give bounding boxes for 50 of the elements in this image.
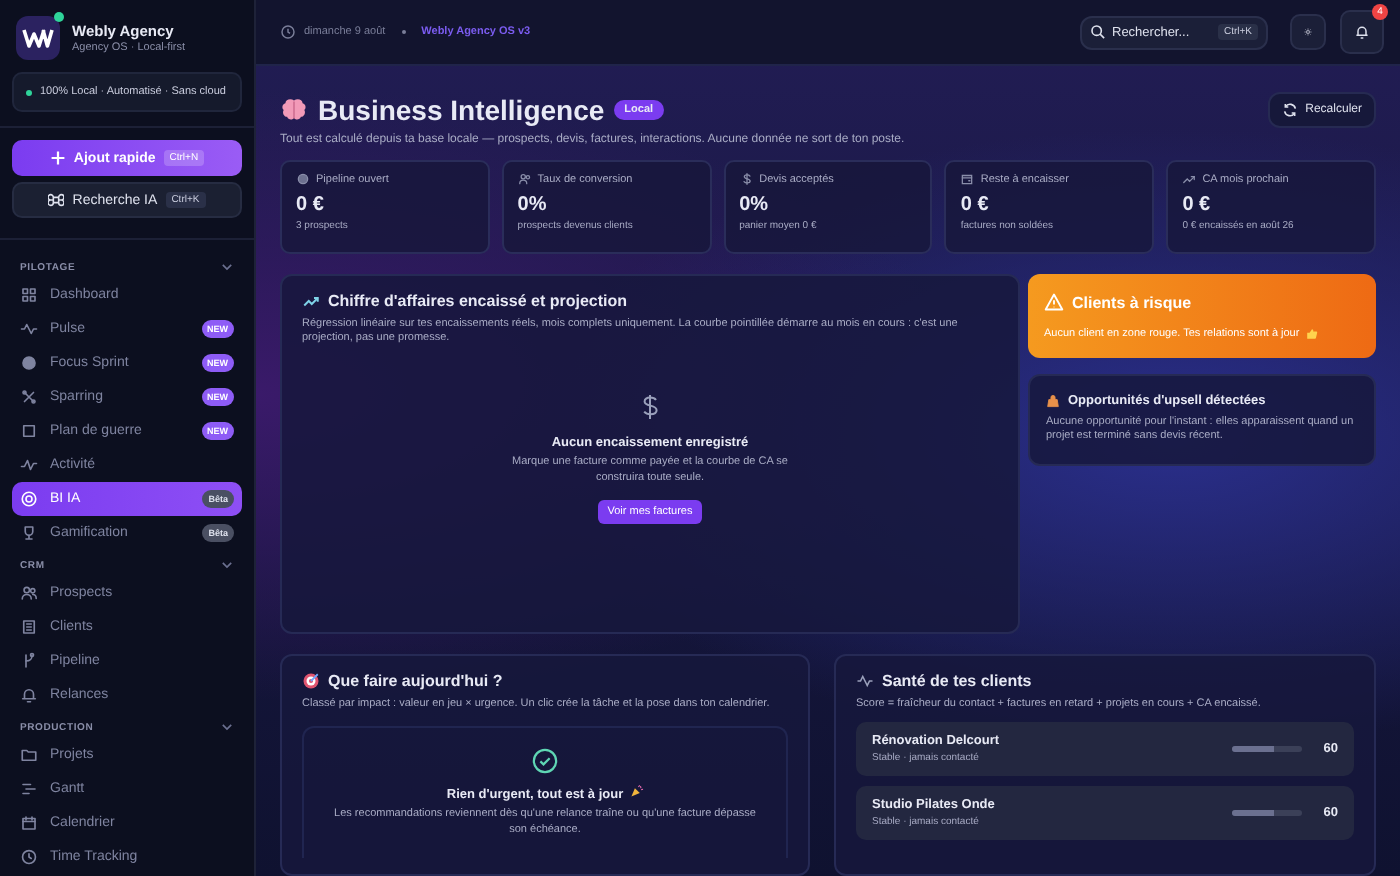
kpi-value: 0 € — [296, 194, 326, 216]
card-title: Santé de tes clients — [882, 672, 1032, 690]
folder-icon — [20, 746, 38, 764]
card-title: Que faire aujourd'hui ? — [328, 672, 503, 690]
clock-icon — [280, 24, 296, 40]
chevron-icon[interactable] — [220, 260, 234, 274]
warning-icon — [1044, 292, 1064, 312]
check-circle-icon — [532, 748, 558, 775]
kpi-value: 0% — [517, 194, 549, 216]
calendar-icon — [20, 814, 38, 832]
page-title: Business Intelligence — [318, 94, 605, 126]
users-icon — [517, 172, 532, 186]
wallet-icon — [960, 172, 975, 186]
score-bar — [1232, 746, 1302, 753]
bag-icon — [1046, 394, 1060, 408]
chevron-icon[interactable] — [220, 558, 234, 572]
kpi-value: 0 € — [1182, 194, 1213, 216]
bell-icon — [1354, 22, 1370, 42]
grid-icon — [20, 286, 38, 304]
kpi-value: 0% — [739, 194, 771, 216]
pulse-icon — [856, 672, 874, 690]
target-icon — [20, 490, 38, 508]
thumbs-up-icon — [1305, 328, 1318, 340]
bell-icon — [20, 686, 38, 704]
party-popper-icon — [629, 784, 644, 799]
trophy-icon — [20, 524, 38, 542]
card-title: Chiffre d'affaires encaissé et projection — [328, 292, 628, 310]
kpi-value: 0 € — [960, 194, 991, 216]
branch-icon — [20, 652, 38, 670]
plus-icon — [49, 150, 66, 166]
command-icon — [48, 192, 65, 208]
trend-icon — [1182, 172, 1197, 186]
logo-icon — [16, 16, 60, 60]
dollar-icon — [739, 172, 754, 186]
pulse-icon — [20, 320, 38, 338]
dollar-icon — [638, 392, 662, 423]
cross-icon — [20, 388, 38, 406]
search-icon — [1090, 24, 1106, 40]
refresh-icon — [1281, 102, 1298, 118]
dart-target-icon — [302, 672, 320, 690]
users-icon — [20, 584, 38, 602]
bars-icon — [20, 780, 38, 798]
score-bar — [1232, 810, 1302, 817]
chevron-icon[interactable] — [220, 720, 234, 734]
wave-icon — [20, 456, 38, 474]
card-title: Clients à risque — [1072, 293, 1192, 311]
clock-icon — [20, 848, 38, 866]
square-icon — [20, 422, 38, 440]
brain-icon — [280, 98, 308, 122]
trend-icon — [302, 292, 320, 310]
